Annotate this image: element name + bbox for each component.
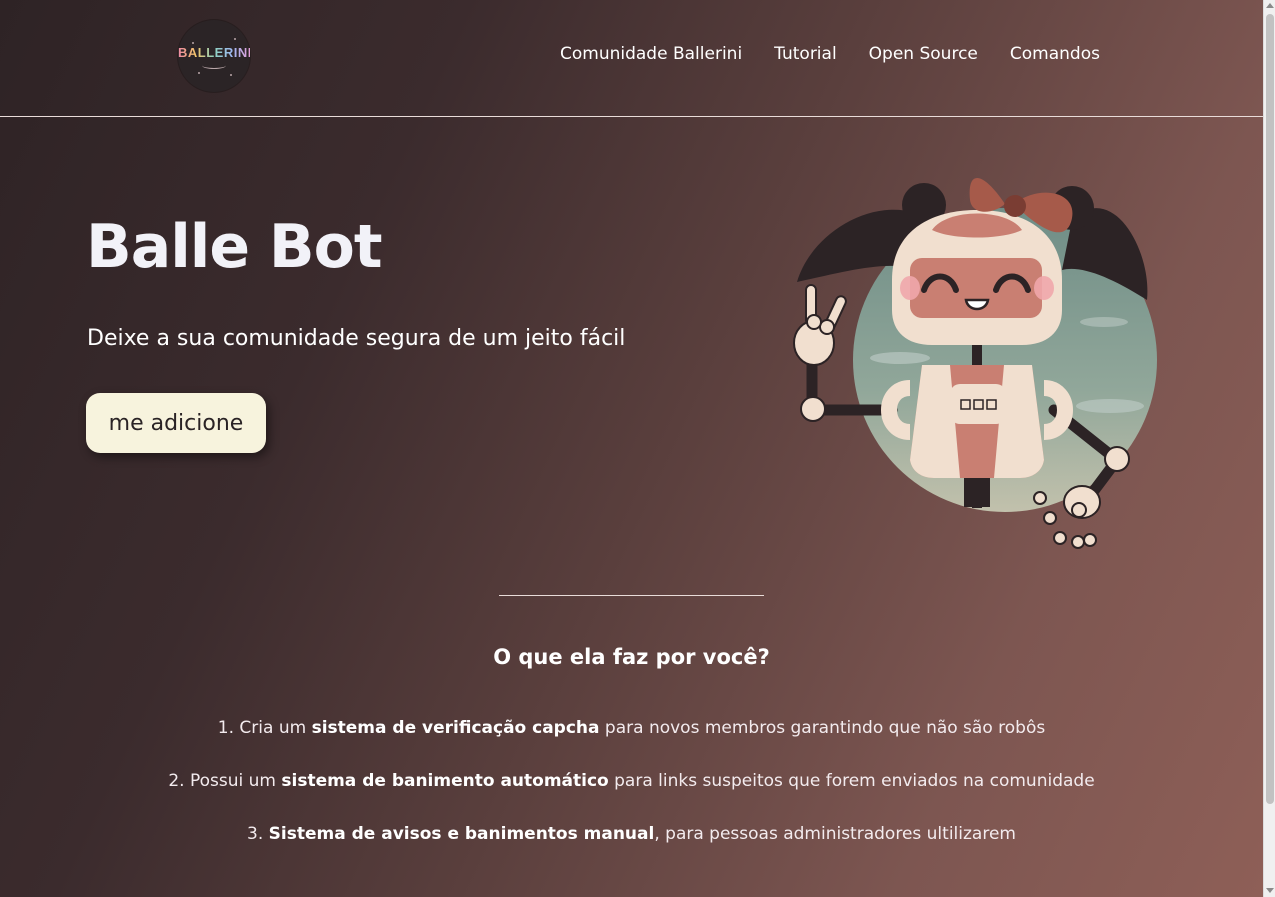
- feature-text-before: Possui um: [189, 771, 276, 791]
- page-scrollbar[interactable]: [1263, 0, 1275, 897]
- feature-text-before: Cria um: [239, 718, 307, 738]
- feature-text-after: para links suspeitos que forem enviados …: [614, 771, 1095, 791]
- section-divider: [499, 595, 764, 596]
- nav-link-comunidade-ballerini[interactable]: Comunidade Ballerini: [560, 44, 742, 64]
- features-title: O que ela faz por você?: [493, 645, 770, 669]
- scroll-up-arrow-icon[interactable]: [1266, 3, 1274, 8]
- feature-item-2: 2. Possui um sistema de banimento automá…: [0, 771, 1263, 791]
- add-bot-button[interactable]: me adicione: [86, 393, 266, 453]
- feature-highlight: sistema de banimento automático: [281, 771, 609, 791]
- feature-highlight: Sistema de avisos e banimentos manual: [268, 824, 655, 844]
- logo-star: [230, 74, 232, 76]
- feature-number: 1.: [217, 718, 235, 738]
- logo-scribble: [202, 62, 226, 69]
- site-header: BALLERINI Comunidade Ballerini Tutorial …: [0, 0, 1263, 117]
- hero-subtitle: Deixe a sua comunidade segura de um jeit…: [87, 326, 626, 351]
- logo-star: [234, 38, 236, 40]
- nav-link-comandos[interactable]: Comandos: [1010, 44, 1100, 64]
- feature-item-1: 1. Cria um sistema de verificação capcha…: [0, 718, 1263, 738]
- feature-number: 3.: [247, 824, 264, 844]
- nav-link-open-source[interactable]: Open Source: [869, 44, 978, 64]
- scroll-down-arrow-icon[interactable]: [1266, 888, 1274, 893]
- feature-text-after: para novos membros garantindo que não sã…: [604, 718, 1046, 738]
- feature-highlight: sistema de verificação capcha: [311, 718, 600, 738]
- main-nav: Comunidade Ballerini Tutorial Open Sourc…: [560, 44, 1132, 64]
- hero-title: Balle Bot: [86, 212, 383, 282]
- feature-item-3: 3. Sistema de avisos e banimentos manual…: [0, 824, 1263, 844]
- logo-star: [198, 72, 200, 74]
- ballerini-logo[interactable]: BALLERINI: [178, 20, 252, 92]
- nav-link-tutorial[interactable]: Tutorial: [774, 44, 837, 64]
- robot-girl-illustration: [793, 177, 1157, 549]
- feature-text-after: , para pessoas administradores ultilizar…: [654, 824, 1016, 844]
- page-background: BALLERINI Comunidade Ballerini Tutorial …: [0, 0, 1263, 897]
- scrollbar-thumb[interactable]: [1266, 14, 1274, 804]
- logo-star: [192, 42, 194, 44]
- feature-number: 2.: [168, 771, 185, 791]
- logo-text: BALLERINI: [178, 45, 252, 60]
